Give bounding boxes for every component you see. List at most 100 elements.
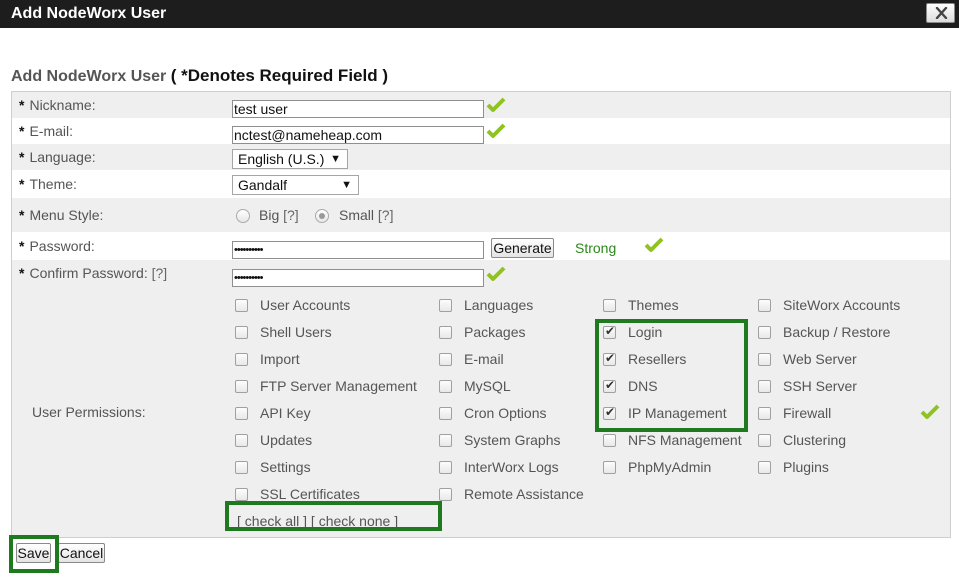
password-row: * Password: •••••••••• Generate Strong <box>12 232 950 260</box>
confirm-password-label: Confirm Password: <box>29 265 148 281</box>
perm-label: API Key <box>260 405 311 421</box>
perm-label: User Accounts <box>260 297 351 313</box>
required-mark: * <box>19 207 25 223</box>
perm-label: Packages <box>464 324 526 340</box>
perm-checkbox[interactable] <box>235 380 248 393</box>
perm-label: Settings <box>260 459 311 475</box>
menu-style-big-radio[interactable] <box>236 209 250 223</box>
nickname-label: Nickname: <box>29 97 96 113</box>
help-link[interactable]: [?] <box>378 207 394 223</box>
perm-label: SiteWorx Accounts <box>783 297 901 313</box>
perm-checkbox[interactable] <box>439 326 452 339</box>
perm-checkbox[interactable] <box>235 299 248 312</box>
required-mark: * <box>19 176 25 192</box>
highlight-box <box>9 535 59 573</box>
valid-check-icon <box>486 97 506 112</box>
password-input[interactable]: •••••••••• <box>232 241 484 259</box>
perm-label: Firewall <box>783 405 832 421</box>
email-row: * E-mail: nctest@nameheap.com <box>12 118 950 144</box>
required-mark: * <box>19 149 25 165</box>
password-strength: Strong <box>575 240 617 256</box>
perm-checkbox[interactable] <box>758 434 771 447</box>
perm-label: Backup / Restore <box>783 324 891 340</box>
highlight-box <box>225 501 442 531</box>
perm-checkbox[interactable] <box>235 326 248 339</box>
dialog-titlebar: Add NodeWorx User <box>0 0 959 28</box>
language-value: English (U.S.) <box>238 151 325 167</box>
perm-label: Clustering <box>783 432 847 448</box>
email-label: E-mail: <box>29 123 74 139</box>
help-link[interactable]: [?] <box>152 265 168 281</box>
menu-style-label: Menu Style: <box>29 207 104 223</box>
perm-checkbox[interactable] <box>758 326 771 339</box>
language-select[interactable]: English (U.S.) ▼ <box>232 149 348 169</box>
password-label: Password: <box>29 238 95 254</box>
required-mark: * <box>19 265 25 281</box>
menu-style-row: * Menu Style: Big [?] Small [?] <box>12 198 950 232</box>
perm-checkbox[interactable] <box>439 488 452 501</box>
perm-checkbox[interactable] <box>235 461 248 474</box>
perm-label: Remote Assistance <box>464 486 584 502</box>
help-link[interactable]: [?] <box>283 207 299 223</box>
language-label: Language: <box>29 149 96 165</box>
perm-label: Cron Options <box>464 405 547 421</box>
highlight-box <box>595 319 748 432</box>
perm-checkbox[interactable] <box>439 461 452 474</box>
form-title: Add NodeWorx User <box>11 68 167 85</box>
dropdown-arrow-icon: ▼ <box>330 153 341 165</box>
theme-row: * Theme: Gandalf ▼ <box>12 170 950 198</box>
perm-checkbox[interactable] <box>758 299 771 312</box>
perm-label: Languages <box>464 297 534 313</box>
perm-checkbox[interactable] <box>235 407 248 420</box>
perm-checkbox[interactable] <box>439 434 452 447</box>
theme-select[interactable]: Gandalf ▼ <box>232 175 359 195</box>
user-form: * Nickname: test user * E-mail: nctest@nam… <box>11 91 951 538</box>
close-icon <box>935 7 948 19</box>
permissions-label: User Permissions: <box>32 404 146 420</box>
perm-checkbox[interactable] <box>758 380 771 393</box>
required-note: ( *Denotes Required Field ) <box>170 66 388 85</box>
required-mark: * <box>19 238 25 254</box>
perm-label: Plugins <box>783 459 829 475</box>
cancel-button[interactable]: Cancel <box>58 543 105 563</box>
perm-label: SSH Server <box>783 378 857 394</box>
perm-checkbox[interactable] <box>758 407 771 420</box>
perm-label: FTP Server Management <box>260 378 417 394</box>
perm-checkbox[interactable] <box>439 407 452 420</box>
permissions-row: User Permissions: User Accounts Shell Us… <box>12 290 950 538</box>
email-input[interactable]: nctest@nameheap.com <box>232 126 484 144</box>
perm-checkbox[interactable] <box>235 353 248 366</box>
perm-label: System Graphs <box>464 432 561 448</box>
perm-label: Web Server <box>783 351 857 367</box>
nickname-input[interactable]: test user <box>232 100 484 118</box>
menu-style-small-label: Small <box>339 207 375 223</box>
required-mark: * <box>19 123 25 139</box>
perm-checkbox[interactable] <box>235 488 248 501</box>
valid-check-icon <box>486 123 506 138</box>
perm-checkbox[interactable] <box>235 434 248 447</box>
theme-label: Theme: <box>29 176 77 192</box>
dropdown-arrow-icon: ▼ <box>341 179 352 191</box>
perm-checkbox[interactable] <box>758 461 771 474</box>
footer-divider <box>11 537 951 538</box>
perm-checkbox[interactable] <box>603 299 616 312</box>
perm-label: NFS Management <box>628 432 742 448</box>
perm-label: InterWorx Logs <box>464 459 559 475</box>
menu-style-small-radio[interactable] <box>315 209 329 223</box>
close-button[interactable] <box>926 3 955 23</box>
confirm-password-row: * Confirm Password: [?] •••••••••• <box>12 260 950 290</box>
perm-checkbox[interactable] <box>603 434 616 447</box>
perm-label: Shell Users <box>260 324 332 340</box>
theme-value: Gandalf <box>238 177 288 193</box>
perm-checkbox[interactable] <box>439 380 452 393</box>
nickname-row: * Nickname: test user <box>12 92 950 118</box>
perm-label: PhpMyAdmin <box>628 459 712 475</box>
valid-check-icon <box>486 266 506 281</box>
perm-checkbox[interactable] <box>758 353 771 366</box>
confirm-password-input[interactable]: •••••••••• <box>232 269 484 287</box>
perm-checkbox[interactable] <box>439 299 452 312</box>
perm-checkbox[interactable] <box>603 461 616 474</box>
perm-checkbox[interactable] <box>439 353 452 366</box>
language-row: * Language: English (U.S.) ▼ <box>12 144 950 170</box>
generate-button[interactable]: Generate <box>491 238 554 258</box>
